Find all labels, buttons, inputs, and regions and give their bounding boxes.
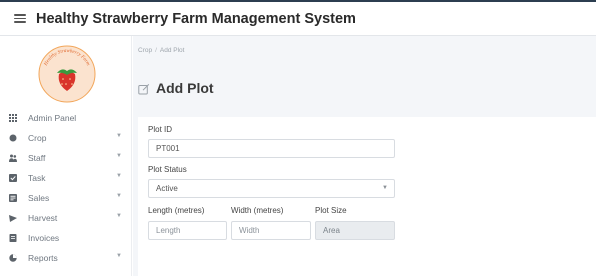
sidebar-item-label: Staff [28, 153, 46, 163]
sidebar-item-label: Task [28, 173, 46, 183]
task-icon [9, 174, 17, 182]
sidebar-item-label: Sales [28, 193, 50, 203]
chevron-down-icon: ▼ [116, 253, 122, 259]
sidebar-item-reports[interactable]: Reports ▼ [0, 248, 132, 268]
app-title: Healthy Strawberry Farm Management Syste… [36, 10, 356, 27]
reports-icon [9, 254, 17, 262]
edit-icon [138, 82, 150, 95]
chevron-down-icon: ▼ [382, 185, 388, 191]
sidebar-nav: Admin Panel Crop ▼ Staff ▼ Task ▼ Sales … [0, 108, 132, 268]
invoice-icon [9, 234, 17, 242]
top-navbar: Healthy Strawberry Farm Management Syste… [0, 2, 596, 36]
chevron-down-icon: ▼ [116, 213, 122, 219]
length-label: Length (metres) [148, 206, 205, 215]
users-icon [9, 154, 17, 162]
chevron-down-icon: ▼ [116, 153, 122, 159]
page-header: Add Plot [138, 80, 214, 96]
plot-size-label: Plot Size [315, 206, 347, 215]
chevron-down-icon: ▼ [116, 193, 122, 199]
sidebar-item-label: Reports [28, 253, 58, 263]
chevron-down-icon: ▼ [116, 133, 122, 139]
sidebar-item-invoices[interactable]: Invoices [0, 228, 132, 248]
chevron-down-icon: ▼ [116, 173, 122, 179]
plot-status-select[interactable]: Active ▼ [148, 179, 395, 198]
grid-icon [9, 114, 17, 122]
sidebar-item-crop[interactable]: Crop ▼ [0, 128, 132, 148]
plant-icon [9, 134, 17, 142]
logo[interactable]: Healthy Strawberry Farm [37, 44, 97, 104]
plot-size-input: Area [315, 221, 395, 240]
sidebar-item-sales[interactable]: Sales ▼ [0, 188, 132, 208]
width-input[interactable]: Width [231, 221, 311, 240]
sidebar-item-label: Crop [28, 133, 47, 143]
length-input[interactable]: Length [148, 221, 227, 240]
sidebar-item-admin-panel[interactable]: Admin Panel [0, 108, 132, 128]
sidebar-item-staff[interactable]: Staff ▼ [0, 148, 132, 168]
plot-id-label: Plot ID [148, 125, 173, 134]
width-label: Width (metres) [231, 206, 284, 215]
menu-toggle-icon[interactable] [14, 14, 26, 23]
sidebar: Healthy Strawberry Farm Admin Panel Crop… [0, 36, 132, 276]
sidebar-item-task[interactable]: Task ▼ [0, 168, 132, 188]
breadcrumb-current: Add Plot [159, 47, 185, 54]
sales-icon [9, 194, 17, 202]
plot-id-input[interactable]: PT001 [148, 139, 395, 158]
sidebar-item-label: Harvest [28, 213, 58, 223]
harvest-icon [9, 214, 17, 222]
sidebar-item-label: Invoices [28, 233, 60, 243]
breadcrumb: Crop / Add Plot [138, 47, 185, 54]
plot-status-value: Active [156, 184, 178, 193]
add-plot-form: Plot ID PT001 Plot Status Active ▼ Lengt… [138, 117, 596, 276]
plot-status-label: Plot Status [148, 165, 187, 174]
main-content: Crop / Add Plot Add Plot Plot ID PT001 Plo… [133, 36, 596, 276]
page-title: Add Plot [156, 80, 214, 96]
breadcrumb-link-crop[interactable]: Crop [138, 47, 152, 54]
sidebar-item-label: Admin Panel [28, 113, 77, 123]
sidebar-item-harvest[interactable]: Harvest ▼ [0, 208, 132, 228]
